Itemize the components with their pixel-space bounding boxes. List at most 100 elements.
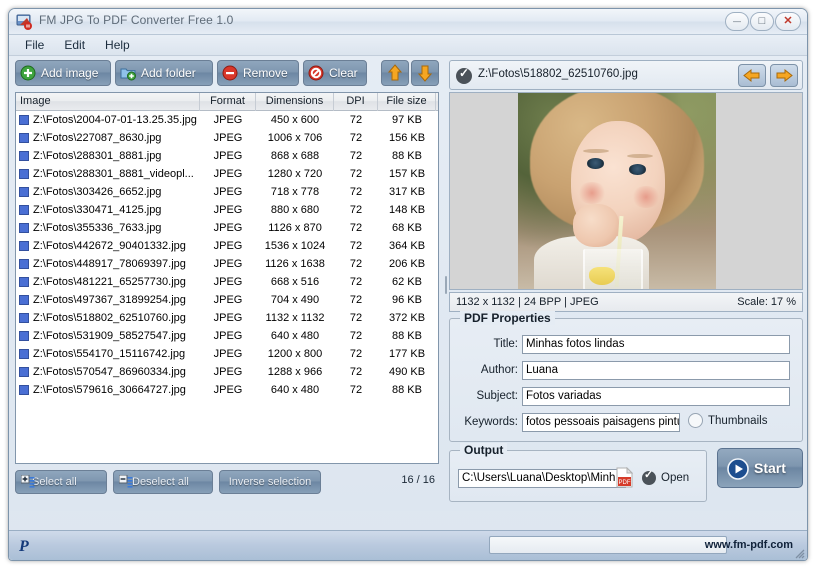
- column-header-format[interactable]: Format: [200, 93, 256, 111]
- row-checkbox[interactable]: [19, 295, 29, 305]
- deselect-all-button[interactable]: Deselect all: [113, 470, 213, 494]
- cell-dimensions: 868 x 688: [256, 147, 334, 165]
- website-link[interactable]: www.fm-pdf.com: [705, 539, 793, 551]
- cell-dpi: 72: [334, 147, 378, 165]
- remove-button[interactable]: Remove: [217, 60, 299, 86]
- table-row[interactable]: Z:\Fotos\531909_58527547.jpgJPEG640 x 48…: [16, 327, 438, 345]
- author-label: Author:: [456, 364, 518, 376]
- row-checkbox[interactable]: [19, 367, 29, 377]
- table-row[interactable]: Z:\Fotos\579616_30664727.jpgJPEG640 x 48…: [16, 381, 438, 399]
- row-checkbox[interactable]: [19, 151, 29, 161]
- table-row[interactable]: Z:\Fotos\481221_65257730.jpgJPEG668 x 51…: [16, 273, 438, 291]
- pdf-file-icon[interactable]: PDF: [616, 467, 633, 488]
- add-folder-button[interactable]: Add folder: [115, 60, 213, 86]
- column-header-file-size[interactable]: File size: [378, 93, 436, 111]
- preview-checkbox[interactable]: [456, 68, 472, 84]
- minimize-button[interactable]: [725, 12, 749, 31]
- cell-format: JPEG: [200, 237, 256, 255]
- row-checkbox[interactable]: [19, 313, 29, 323]
- menu-edit[interactable]: Edit: [54, 35, 95, 56]
- column-header-image[interactable]: Image: [16, 93, 200, 111]
- table-row[interactable]: Z:\Fotos\288301_8881_videopl...JPEG1280 …: [16, 165, 438, 183]
- row-checkbox[interactable]: [19, 187, 29, 197]
- cell-image-path: Z:\Fotos\227087_8630.jpg: [33, 129, 201, 147]
- cell-file-size: 148 KB: [378, 201, 436, 219]
- close-button[interactable]: [775, 12, 801, 31]
- author-field[interactable]: Luana: [522, 361, 790, 380]
- cell-format: JPEG: [200, 291, 256, 309]
- keywords-field[interactable]: fotos pessoais paisagens pinturas: [522, 413, 680, 432]
- row-checkbox[interactable]: [19, 385, 29, 395]
- select-all-button[interactable]: Select all: [15, 470, 107, 494]
- cell-dpi: 72: [334, 363, 378, 381]
- column-header-dimensions[interactable]: Dimensions: [256, 93, 334, 111]
- cell-dpi: 72: [334, 273, 378, 291]
- start-label: Start: [754, 460, 786, 476]
- thumbnails-checkbox[interactable]: [688, 413, 703, 428]
- table-row[interactable]: Z:\Fotos\554170_15116742.jpgJPEG1200 x 8…: [16, 345, 438, 363]
- row-checkbox[interactable]: [19, 349, 29, 359]
- table-row[interactable]: Z:\Fotos\570547_86960334.jpgJPEG1288 x 9…: [16, 363, 438, 381]
- table-row[interactable]: Z:\Fotos\303426_6652.jpgJPEG718 x 778723…: [16, 183, 438, 201]
- move-up-button[interactable]: [381, 60, 409, 86]
- cell-file-size: 157 KB: [378, 165, 436, 183]
- row-checkbox[interactable]: [19, 169, 29, 179]
- start-button[interactable]: Start: [717, 448, 803, 488]
- cell-file-size: 96 KB: [378, 291, 436, 309]
- row-checkbox[interactable]: [19, 331, 29, 341]
- paypal-icon[interactable]: P: [15, 536, 33, 554]
- table-row[interactable]: Z:\Fotos\448917_78069397.jpgJPEG1126 x 1…: [16, 255, 438, 273]
- row-checkbox[interactable]: [19, 115, 29, 125]
- list-header: Image Format Dimensions DPI File size: [16, 93, 438, 111]
- cell-image-path: Z:\Fotos\355336_7633.jpg: [33, 219, 201, 237]
- file-list-panel: Add image Add folder: [15, 56, 439, 511]
- cell-format: JPEG: [200, 309, 256, 327]
- cell-file-size: 88 KB: [378, 381, 436, 399]
- image-info-bar: 1132 x 1132 | 24 BPP | JPEG Scale: 17 %: [449, 292, 803, 312]
- maximize-button[interactable]: [750, 12, 774, 31]
- window-title: FM JPG To PDF Converter Free 1.0: [39, 13, 233, 27]
- image-list[interactable]: Image Format Dimensions DPI File size Z:…: [15, 92, 439, 464]
- remove-icon: [222, 65, 238, 81]
- output-path-field[interactable]: C:\Users\Luana\Desktop\Minh: [458, 469, 626, 488]
- toolbar: Add image Add folder: [15, 60, 439, 90]
- subject-field[interactable]: Fotos variadas: [522, 387, 790, 406]
- open-after-checkbox[interactable]: [642, 471, 656, 485]
- next-image-button[interactable]: [770, 64, 798, 87]
- image-preview-area[interactable]: [449, 92, 803, 290]
- row-checkbox[interactable]: [19, 133, 29, 143]
- row-checkbox[interactable]: [19, 241, 29, 251]
- previous-image-button[interactable]: [738, 64, 766, 87]
- clear-button[interactable]: Clear: [303, 60, 367, 86]
- table-row[interactable]: Z:\Fotos\497367_31899254.jpgJPEG704 x 49…: [16, 291, 438, 309]
- menu-file[interactable]: File: [15, 35, 54, 56]
- cell-dpi: 72: [334, 309, 378, 327]
- open-label: Open: [661, 472, 689, 484]
- table-row[interactable]: Z:\Fotos\355336_7633.jpgJPEG1126 x 87072…: [16, 219, 438, 237]
- add-image-button[interactable]: Add image: [15, 60, 111, 86]
- cell-format: JPEG: [200, 345, 256, 363]
- row-checkbox[interactable]: [19, 205, 29, 215]
- table-row[interactable]: Z:\Fotos\288301_8881.jpgJPEG868 x 688728…: [16, 147, 438, 165]
- table-row[interactable]: Z:\Fotos\2004-07-01-13.25.35.jpgJPEG450 …: [16, 111, 438, 129]
- table-row[interactable]: Z:\Fotos\442672_90401332.jpgJPEG1536 x 1…: [16, 237, 438, 255]
- cell-dpi: 72: [334, 291, 378, 309]
- menu-bar: File Edit Help: [9, 35, 807, 56]
- row-checkbox[interactable]: [19, 277, 29, 287]
- column-header-dpi[interactable]: DPI: [334, 93, 378, 111]
- row-checkbox[interactable]: [19, 259, 29, 269]
- menu-help[interactable]: Help: [95, 35, 140, 56]
- table-row[interactable]: Z:\Fotos\227087_8630.jpgJPEG1006 x 70672…: [16, 129, 438, 147]
- inverse-selection-button[interactable]: Inverse selection: [219, 470, 321, 494]
- table-row[interactable]: Z:\Fotos\518802_62510760.jpgJPEG1132 x 1…: [16, 309, 438, 327]
- cell-dpi: 72: [334, 381, 378, 399]
- row-checkbox[interactable]: [19, 223, 29, 233]
- cell-image-path: Z:\Fotos\570547_86960334.jpg: [33, 363, 201, 381]
- title-field[interactable]: Minhas fotos lindas: [522, 335, 790, 354]
- move-down-button[interactable]: [411, 60, 439, 86]
- cell-image-path: Z:\Fotos\497367_31899254.jpg: [33, 291, 201, 309]
- table-row[interactable]: Z:\Fotos\330471_4125.jpgJPEG880 x 680721…: [16, 201, 438, 219]
- resize-grip[interactable]: [793, 546, 805, 558]
- preview-panel: Z:\Fotos\518802_62510760.jpg: [449, 60, 803, 506]
- cell-format: JPEG: [200, 363, 256, 381]
